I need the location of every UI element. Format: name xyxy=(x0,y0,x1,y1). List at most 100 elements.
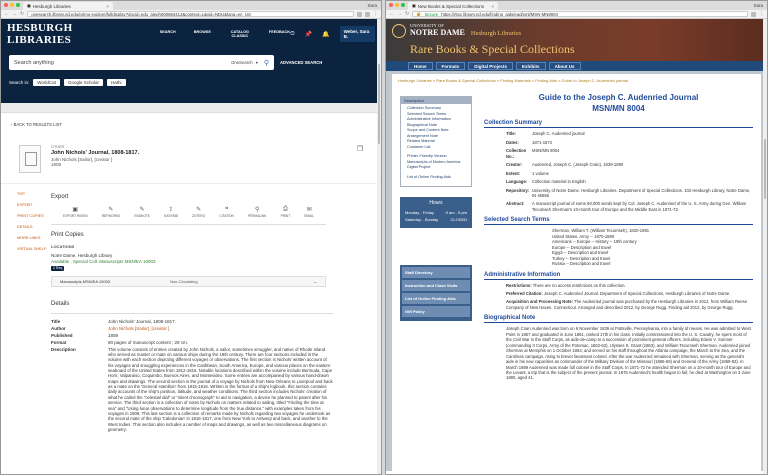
staff-directory-button[interactable]: Staff Directory xyxy=(402,267,470,278)
nav-catalog-classic[interactable]: CATALOG CLASSIC xyxy=(229,30,251,38)
search-input[interactable]: Search anything OneSearch ▾ ⚲ xyxy=(9,55,274,70)
holding-item: Manuscripts MSN/EA 10003 xyxy=(60,279,111,285)
minimize-window-icon[interactable] xyxy=(10,3,14,7)
zotero-button[interactable]: ✎ ZOTERO xyxy=(192,206,205,218)
request-badge[interactable]: 2 Req xyxy=(51,266,65,271)
refworks-icon: ✎ xyxy=(108,207,114,213)
gift-policy-button[interactable]: Gift Policy xyxy=(402,306,470,317)
summary-row: Language: Collection material in English xyxy=(484,179,753,184)
site-header: HESBURGH LIBRARIES SEARCH BROWSE CATALOG… xyxy=(1,19,381,49)
nav-virtual-shelf[interactable]: VIRTUAL SHELF xyxy=(17,247,47,251)
email-button[interactable]: ✉ EMAIL xyxy=(304,206,314,218)
nav-exhibits[interactable]: Exhibits xyxy=(516,62,546,70)
browser-tab[interactable]: ◼ Hesburgh Libraries × xyxy=(23,2,113,10)
export-label: PRINT xyxy=(280,214,291,218)
instruction-button[interactable]: Instruction and Class Visits xyxy=(402,280,470,291)
browser-tab[interactable]: ◼ New Books & Special Collections × xyxy=(408,2,498,10)
search-icon[interactable]: ⚲ xyxy=(264,59,269,67)
maximize-window-icon[interactable] xyxy=(401,3,405,7)
scope-select[interactable]: OneSearch ▾ xyxy=(231,60,258,66)
nav-formats[interactable]: Formats xyxy=(435,62,466,70)
menu-icon[interactable]: ⋮ xyxy=(373,11,378,17)
email-icon: ✉ xyxy=(306,207,312,213)
export-ris-button[interactable]: ▣ EXPORT RIS/EN xyxy=(63,206,88,218)
chevron-down-icon[interactable]: ⌄ xyxy=(314,279,317,284)
close-window-icon[interactable] xyxy=(4,3,8,7)
bell-icon[interactable]: 🔔 xyxy=(322,31,329,38)
browser-user[interactable]: Sara xyxy=(367,3,377,8)
nav-export[interactable]: EXPORT xyxy=(17,203,47,207)
pin-icon[interactable]: 📌 xyxy=(305,31,312,38)
advanced-search-link[interactable]: ADVANCED SEARCH xyxy=(280,60,322,65)
finding-aids-button[interactable]: List of Online Finding Aids xyxy=(402,293,470,304)
menu-icon[interactable]: ⋮ xyxy=(759,11,764,17)
extension-icon[interactable] xyxy=(365,11,370,17)
address-bar[interactable]: 🔒 Secure https://rbsc.library.nd.edu/fin… xyxy=(412,11,748,17)
breadcrumb[interactable]: Hesburgh Libraries » Rare Books & Specia… xyxy=(398,78,628,83)
user-menu[interactable]: Weber, Sara B. xyxy=(339,26,375,42)
extension-icon[interactable] xyxy=(357,11,362,17)
scrollbar[interactable] xyxy=(763,19,767,474)
detail-value[interactable]: John Nichols [Sailor], [creator ] xyxy=(108,326,169,332)
permalink-button[interactable]: ⚲ PERMALINK xyxy=(248,206,266,218)
detail-row: Author John Nichols [Sailor], [creator ] xyxy=(51,326,333,332)
nav-print-copies[interactable]: PRINT COPIES xyxy=(17,214,47,218)
detail-key: Description xyxy=(51,346,76,352)
nav-browse[interactable]: BROWSE xyxy=(194,30,211,38)
detail-value: 1808 xyxy=(108,332,119,338)
reload-icon[interactable]: ↻ xyxy=(405,11,409,17)
refworks-button[interactable]: ✎ REFWORKS xyxy=(102,206,120,218)
back-arrow-icon[interactable]: ← xyxy=(4,11,9,17)
summary-row: Creator: Audenried, Joseph C. (Joseph Cra… xyxy=(484,162,753,167)
forward-arrow-icon[interactable]: → xyxy=(12,11,17,17)
hathi-button[interactable]: Hathi xyxy=(106,79,126,86)
forward-arrow-icon[interactable]: → xyxy=(397,11,402,17)
notre-dame-logo[interactable]: NOTRE DAME Hesburgh Libraries xyxy=(410,28,743,37)
minimize-window-icon[interactable] xyxy=(395,3,399,7)
detail-row: Title John Nichols' Journal, 1808-1817. xyxy=(51,319,333,325)
restrictions-para: Restrictions: There are no access restri… xyxy=(484,283,753,288)
url-text: onesearch.library.nd.edu/primo-explore/f… xyxy=(31,11,251,17)
back-arrow-icon[interactable]: ← xyxy=(389,11,394,17)
print-button[interactable]: ⎙ PRINT xyxy=(281,206,291,218)
maximize-window-icon[interactable] xyxy=(16,3,20,7)
worldcat-button[interactable]: WorldCat xyxy=(33,79,60,86)
nav-home[interactable]: Home xyxy=(408,62,433,70)
summary-row: Repository: University of Notre Dame. Hes… xyxy=(484,188,753,199)
tab-close-icon[interactable]: × xyxy=(491,4,494,9)
toc-item[interactable]: Manuscripts of Modern America Digital Pr… xyxy=(407,160,468,171)
close-window-icon[interactable] xyxy=(389,3,393,7)
search-in-label: Search in: xyxy=(9,80,30,85)
nav-details[interactable]: DETAILS xyxy=(17,225,47,229)
site-title[interactable]: Rare Books & Special Collections xyxy=(410,42,743,57)
address-bar[interactable]: onesearch.library.nd.edu/primo-explore/f… xyxy=(27,11,354,17)
bio-heading: Biographical Note xyxy=(484,315,753,324)
nav-top[interactable]: TOP xyxy=(17,192,47,196)
extension-icon[interactable] xyxy=(751,11,756,17)
google-scholar-button[interactable]: Google Scholar xyxy=(63,79,103,86)
holding-row[interactable]: Manuscripts MSN/EA 10003 Non-Circulating… xyxy=(51,276,326,288)
history-icon[interactable]: ⏲ xyxy=(290,31,295,38)
back-to-results-link[interactable]: ‹ BACK TO RESULTS LIST xyxy=(1,113,381,131)
easybib-button[interactable]: ⇪ EASYBIB xyxy=(164,206,178,218)
summary-key: Creator: xyxy=(506,162,523,168)
para-key: Acquisition and Processing Note: xyxy=(506,299,574,305)
bookmark-icon[interactable]: ❐ xyxy=(357,145,363,173)
nav-digital-projects[interactable]: Digital Projects xyxy=(468,62,514,70)
scrollbar[interactable] xyxy=(377,19,381,474)
endnote-button[interactable]: ✎ ENDNOTE xyxy=(134,206,150,218)
record-header: OTHER John Nichols' Journal, 1808-1817. … xyxy=(1,131,381,184)
nav-feedback[interactable]: FEEDBACK xyxy=(269,30,290,38)
site-logo[interactable]: HESBURGH LIBRARIES xyxy=(7,22,134,46)
tab-close-icon[interactable]: × xyxy=(106,4,109,9)
reload-icon[interactable]: ↻ xyxy=(20,11,24,17)
search-area: Search anything OneSearch ▾ ⚲ ADVANCED S… xyxy=(1,49,381,103)
summary-row: Collection No.: MSN/MN 8004 xyxy=(484,148,753,159)
nav-about-us[interactable]: About Us xyxy=(548,62,581,70)
nav-more-links[interactable]: MORE LINKS xyxy=(17,236,47,240)
toc-item[interactable]: List of Online Finding Aids xyxy=(407,175,468,181)
para-key: Restrictions: xyxy=(506,282,532,288)
nav-search[interactable]: SEARCH xyxy=(160,30,176,38)
browser-user[interactable]: Sara xyxy=(753,3,763,8)
citation-button[interactable]: ❝ CITATION xyxy=(219,206,233,218)
